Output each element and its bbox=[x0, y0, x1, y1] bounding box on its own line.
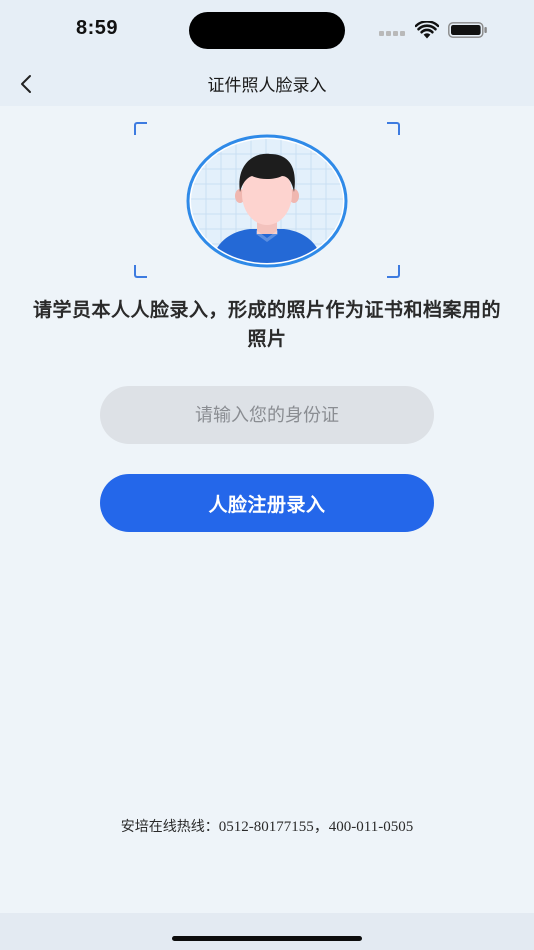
page-title: 证件照人脸录入 bbox=[207, 76, 327, 96]
hotline-label: 安培在线热线： bbox=[120, 819, 219, 835]
hotline-info: 安培在线热线：0512-80177155，400-011-0505 bbox=[0, 815, 534, 836]
frame-corner-bottom-left bbox=[134, 265, 147, 278]
frame-corner-top-right bbox=[387, 122, 400, 135]
hotline-numbers: 0512-80177155，400-011-0505 bbox=[218, 819, 414, 835]
cellular-signal-icon bbox=[379, 31, 407, 37]
photo-capture-frame[interactable] bbox=[134, 122, 400, 278]
wifi-icon bbox=[415, 21, 439, 39]
frame-corner-bottom-right bbox=[387, 265, 400, 278]
bottom-bar-background bbox=[0, 913, 534, 950]
navigation-bar: 证件照人脸录入 bbox=[0, 60, 534, 106]
status-bar: 8:59 bbox=[0, 0, 534, 60]
id-number-input[interactable] bbox=[100, 386, 434, 444]
face-register-button[interactable]: 人脸注册录入 bbox=[100, 474, 434, 532]
battery-icon bbox=[448, 22, 487, 38]
status-time: 8:59 bbox=[76, 17, 119, 39]
dynamic-island bbox=[189, 12, 345, 49]
avatar-placeholder-icon bbox=[186, 134, 348, 268]
home-indicator[interactable] bbox=[172, 936, 362, 941]
frame-corner-top-left bbox=[134, 122, 147, 135]
instruction-text: 请学员本人人脸录入，形成的照片作为证书和档案用的照片 bbox=[32, 299, 501, 350]
